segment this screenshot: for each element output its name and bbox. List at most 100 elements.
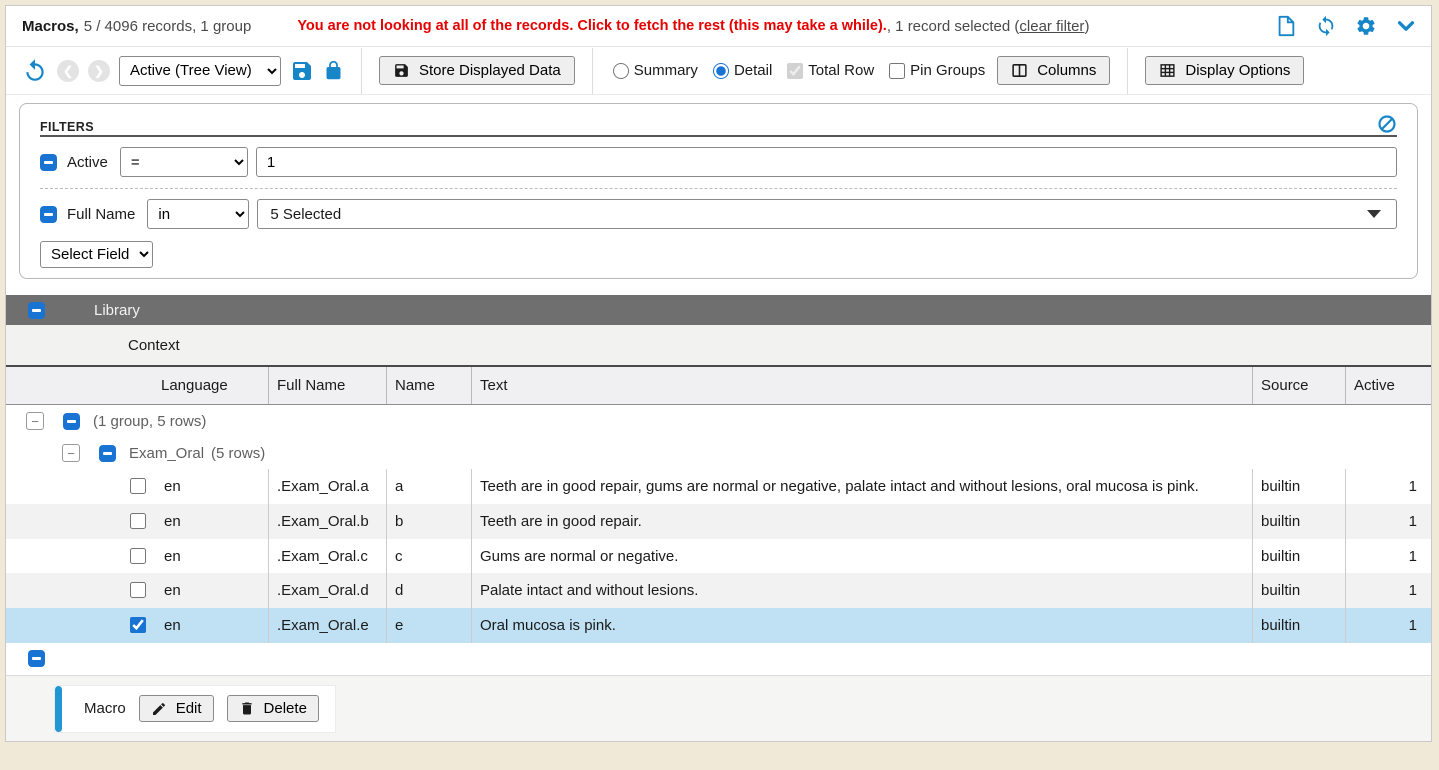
- cell-text: Oral mucosa is pink.: [471, 608, 1252, 643]
- cell-full-name: .Exam_Oral.b: [268, 504, 386, 539]
- cell-active: 1: [1345, 504, 1431, 539]
- cell-name: d: [386, 573, 471, 608]
- filter-multiselect-value: 5 Selected: [270, 206, 341, 223]
- remove-filter-icon[interactable]: [40, 154, 57, 171]
- refresh-icon[interactable]: [1315, 15, 1337, 37]
- column-header-source[interactable]: Source: [1252, 367, 1345, 404]
- cell-source: builtin: [1252, 504, 1345, 539]
- add-filter-row: Select Field: [40, 241, 1397, 268]
- cell-name: b: [386, 504, 471, 539]
- cell-text: Gums are normal or negative.: [471, 539, 1252, 574]
- settings-gear-icon[interactable]: [1355, 15, 1377, 37]
- filter-operator-select[interactable]: in: [147, 199, 249, 229]
- collapse-actions-icon[interactable]: [28, 650, 45, 667]
- columns-button-label: Columns: [1037, 62, 1096, 79]
- select-field-dropdown[interactable]: Select Field: [40, 241, 153, 268]
- row-select-checkbox[interactable]: [130, 582, 146, 598]
- column-header-active[interactable]: Active: [1345, 367, 1431, 404]
- edit-button[interactable]: Edit: [139, 695, 214, 722]
- group-collapse-icon[interactable]: [63, 413, 80, 430]
- lock-icon[interactable]: [323, 59, 344, 82]
- new-document-icon[interactable]: [1275, 15, 1297, 37]
- display-options-grid-icon: [1159, 62, 1176, 79]
- cell-source: builtin: [1252, 608, 1345, 643]
- delete-button[interactable]: Delete: [227, 695, 319, 722]
- cell-active: 1: [1345, 469, 1431, 504]
- row-select-checkbox[interactable]: [130, 513, 146, 529]
- subgroup-name: Exam_Oral: [129, 445, 204, 462]
- table-row[interactable]: en .Exam_Oral.a a Teeth are in good repa…: [6, 469, 1431, 504]
- delete-button-label: Delete: [264, 700, 307, 717]
- remove-filter-icon[interactable]: [40, 206, 57, 223]
- store-displayed-data-button[interactable]: Store Displayed Data: [379, 56, 575, 85]
- cell-language: en: [164, 547, 181, 567]
- table-row[interactable]: en .Exam_Oral.c c Gums are normal or neg…: [6, 539, 1431, 574]
- collapse-toggle-icon[interactable]: −: [26, 412, 44, 430]
- filter-operator-select[interactable]: =: [120, 147, 248, 177]
- library-group-bar: Library: [6, 295, 1431, 325]
- group-collapse-icon[interactable]: [99, 445, 116, 462]
- root-group-row: − (1 group, 5 rows): [6, 405, 1431, 437]
- cell-source: builtin: [1252, 539, 1345, 574]
- save-icon: [393, 62, 410, 79]
- pin-groups-checkbox-input[interactable]: [889, 63, 905, 79]
- fetch-rest-warning[interactable]: You are not looking at all of the record…: [297, 18, 887, 34]
- display-options-button[interactable]: Display Options: [1145, 56, 1304, 85]
- detail-radio-input[interactable]: [713, 63, 729, 79]
- total-row-checkbox[interactable]: Total Row: [787, 62, 874, 79]
- cell-active: 1: [1345, 608, 1431, 643]
- table-row[interactable]: en .Exam_Oral.d d Palate intact and with…: [6, 573, 1431, 608]
- collapse-chevron-icon[interactable]: [1395, 15, 1417, 37]
- cell-active: 1: [1345, 573, 1431, 608]
- filter-multiselect[interactable]: 5 Selected: [257, 199, 1397, 229]
- cell-full-name: .Exam_Oral.d: [268, 573, 386, 608]
- total-row-checkbox-input: [787, 63, 803, 79]
- root-group-label: (1 group, 5 rows): [93, 413, 206, 430]
- filter-value-input[interactable]: [256, 147, 1397, 177]
- summary-radio[interactable]: Summary: [613, 62, 698, 79]
- detail-radio[interactable]: Detail: [713, 62, 772, 79]
- summary-radio-input[interactable]: [613, 63, 629, 79]
- disable-filters-icon[interactable]: [1377, 114, 1397, 134]
- clear-filter-link[interactable]: clear filter: [1019, 18, 1084, 35]
- summary-radio-label: Summary: [634, 62, 698, 79]
- cell-text: Teeth are in good repair.: [471, 504, 1252, 539]
- page-title: Macros,: [22, 18, 79, 35]
- filter-row-full-name: Full Name in 5 Selected: [40, 199, 1397, 229]
- cell-source: builtin: [1252, 573, 1345, 608]
- display-options-label: Display Options: [1185, 62, 1290, 79]
- toolbar: ❮ ❯ Active (Tree View) Store Displayed D…: [6, 47, 1431, 95]
- row-select-checkbox[interactable]: [130, 548, 146, 564]
- filters-header: FILTERS: [40, 114, 1397, 137]
- store-displayed-data-label: Store Displayed Data: [419, 62, 561, 79]
- cell-language: en: [164, 581, 181, 601]
- row-select-checkbox[interactable]: [130, 478, 146, 494]
- edit-button-label: Edit: [176, 700, 202, 717]
- total-row-label: Total Row: [808, 62, 874, 79]
- pin-groups-checkbox[interactable]: Pin Groups: [889, 62, 985, 79]
- column-header-full-name[interactable]: Full Name: [268, 367, 386, 404]
- collapse-toggle-icon[interactable]: −: [62, 444, 80, 462]
- pencil-icon: [151, 701, 167, 717]
- table-row[interactable]: en .Exam_Oral.b b Teeth are in good repa…: [6, 504, 1431, 539]
- columns-button[interactable]: Columns: [997, 56, 1110, 85]
- undo-icon[interactable]: [22, 58, 48, 84]
- history-back-button[interactable]: ❮: [57, 60, 79, 82]
- subgroup-count: (5 rows): [211, 445, 265, 462]
- macro-panel-label: Macro: [84, 700, 126, 717]
- cell-text: Palate intact and without lesions.: [471, 573, 1252, 608]
- collapse-group-icon[interactable]: [28, 302, 45, 319]
- view-selector[interactable]: Active (Tree View): [119, 56, 281, 86]
- history-forward-button[interactable]: ❯: [88, 60, 110, 82]
- cell-text: Teeth are in good repair, gums are norma…: [471, 469, 1252, 504]
- pin-groups-label: Pin Groups: [910, 62, 985, 79]
- column-header-language[interactable]: Language: [6, 367, 268, 404]
- cell-language: en: [164, 477, 181, 497]
- column-header-name[interactable]: Name: [386, 367, 471, 404]
- table-row-selected[interactable]: en .Exam_Oral.e e Oral mucosa is pink. b…: [6, 608, 1431, 643]
- save-view-icon[interactable]: [290, 59, 314, 83]
- header-icons: [1275, 15, 1417, 37]
- toolbar-separator: [592, 48, 593, 94]
- column-header-text[interactable]: Text: [471, 367, 1252, 404]
- row-select-checkbox[interactable]: [130, 617, 146, 633]
